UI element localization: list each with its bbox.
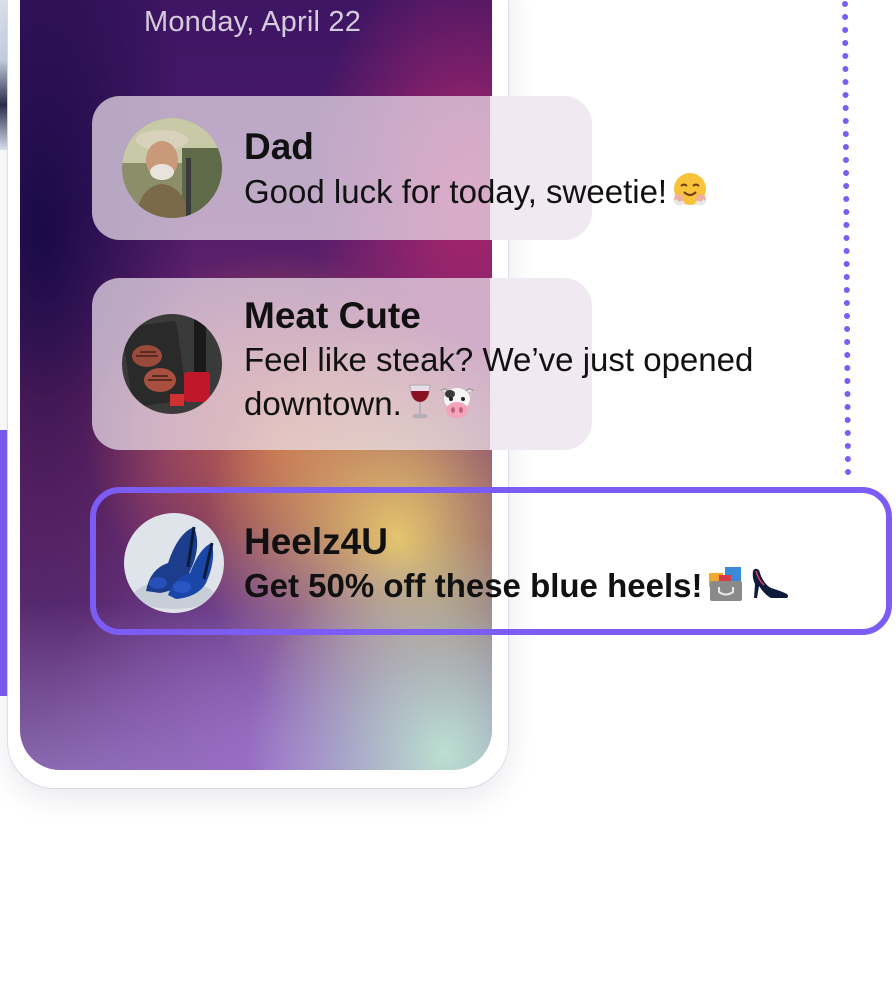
notification-sender: Meat Cute (244, 295, 421, 336)
notification-sender: Heelz4U (244, 521, 388, 562)
notification-message: Feel like steak? We’ve just opened downt… (244, 338, 844, 431)
avatar-dad (122, 118, 222, 218)
shopping-bags-icon (706, 563, 746, 614)
notification-message: Get 50% off these blue heels! (244, 563, 790, 614)
notification-meat-cute[interactable]: Meat Cute Feel like steak? We’ve just op… (92, 278, 753, 450)
lock-screen-date: Monday, April 22 (144, 6, 362, 38)
notification-message: Good luck for today, sweetie! (244, 170, 709, 219)
smiling-face-with-hearts-icon (671, 170, 709, 219)
notification-heelz4u-highlighted[interactable]: Heelz4U Get 50% off these blue heels! (90, 487, 892, 635)
notification-sender: Dad (244, 126, 314, 167)
stage: Monday, April 22 Dad Good luck for today… (0, 0, 896, 986)
wine-glass-icon (406, 382, 434, 431)
avatar-heelz4u (124, 513, 224, 613)
notification-dad[interactable]: Dad Good luck for today, sweetie! (92, 96, 707, 240)
high-heel-icon (750, 563, 790, 614)
avatar-meat-cute (122, 314, 222, 414)
cow-face-icon (438, 382, 476, 431)
